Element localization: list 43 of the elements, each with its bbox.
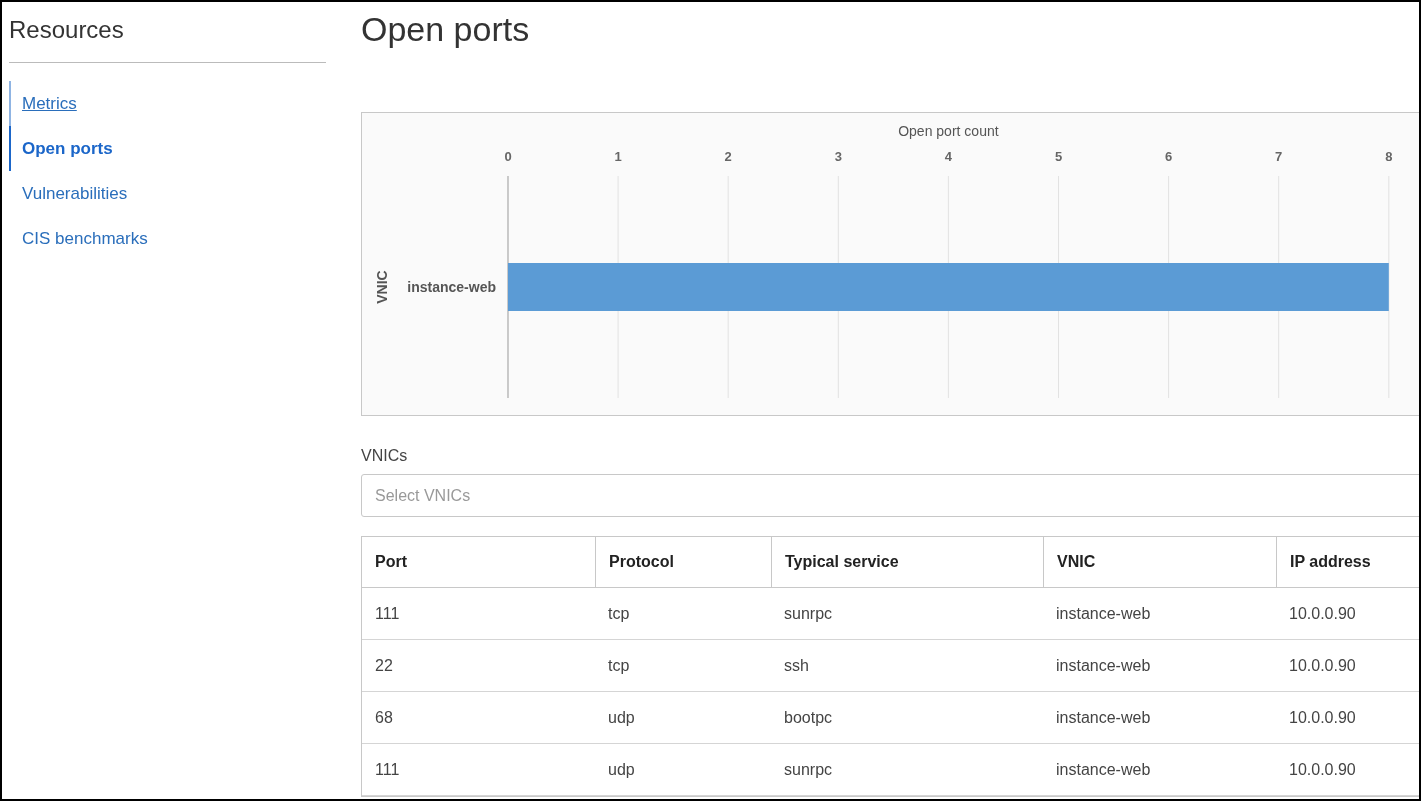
- table-cell-text: 111: [374, 759, 401, 780]
- table-cell-text: sunrpc: [783, 603, 834, 624]
- tick-label: 7: [1275, 149, 1283, 164]
- table-cell-text: instance-web: [1055, 603, 1152, 624]
- table-cell-text: tcp: [607, 655, 631, 676]
- tick-label: 5: [1054, 149, 1063, 164]
- category-label: instance-web: [407, 279, 496, 295]
- tick-label: 0: [504, 149, 512, 164]
- table-cell-text: 10.0.0.90: [1288, 707, 1357, 728]
- column-header: Port: [374, 552, 408, 572]
- table-cell-text: 68: [374, 707, 394, 728]
- select-field[interactable]: Select VNICs: [361, 474, 1419, 517]
- tick-label: 2: [724, 149, 732, 164]
- tick-label: 8: [1385, 149, 1393, 164]
- sidebar-link[interactable]: Vulnerabilities: [9, 171, 361, 216]
- table-cell-text: ssh: [783, 655, 810, 676]
- field-label: VNICs: [361, 446, 409, 466]
- table-cell-text: bootpc: [783, 707, 834, 728]
- tick-label: 3: [834, 149, 842, 164]
- table-cell-text: 22: [374, 655, 394, 676]
- column-header: VNIC: [1043, 537, 1276, 587]
- table-cell-text: 111: [374, 603, 401, 624]
- sidebar-link[interactable]: CIS benchmarks: [9, 216, 361, 261]
- column-header: Protocol: [595, 537, 771, 587]
- column-header: Typical service: [771, 537, 1043, 587]
- table-cell-text: tcp: [607, 603, 631, 624]
- table-cell-text: 10.0.0.90: [1288, 759, 1357, 780]
- table-cell-text: instance-web: [1055, 707, 1152, 728]
- tick-label: 6: [1165, 149, 1173, 164]
- column-header: IP address: [1276, 537, 1419, 587]
- sidebar-title: Resources: [9, 12, 326, 63]
- axis-title: VNIC: [374, 270, 390, 304]
- table-cell-text: udp: [607, 707, 636, 728]
- table-cell-text: 10.0.0.90: [1288, 655, 1357, 676]
- table-cell-text: sunrpc: [783, 759, 834, 780]
- table-cell-text: instance-web: [1055, 655, 1152, 676]
- tick-label: 1: [614, 149, 622, 164]
- tick-label: 4: [944, 149, 952, 164]
- axis-title: Open port count: [898, 123, 999, 139]
- table-cell-text: instance-web: [1055, 759, 1152, 780]
- table-cell-text: 10.0.0.90: [1288, 603, 1357, 624]
- page-title: Open ports: [361, 9, 531, 50]
- table-cell-text: udp: [607, 759, 636, 780]
